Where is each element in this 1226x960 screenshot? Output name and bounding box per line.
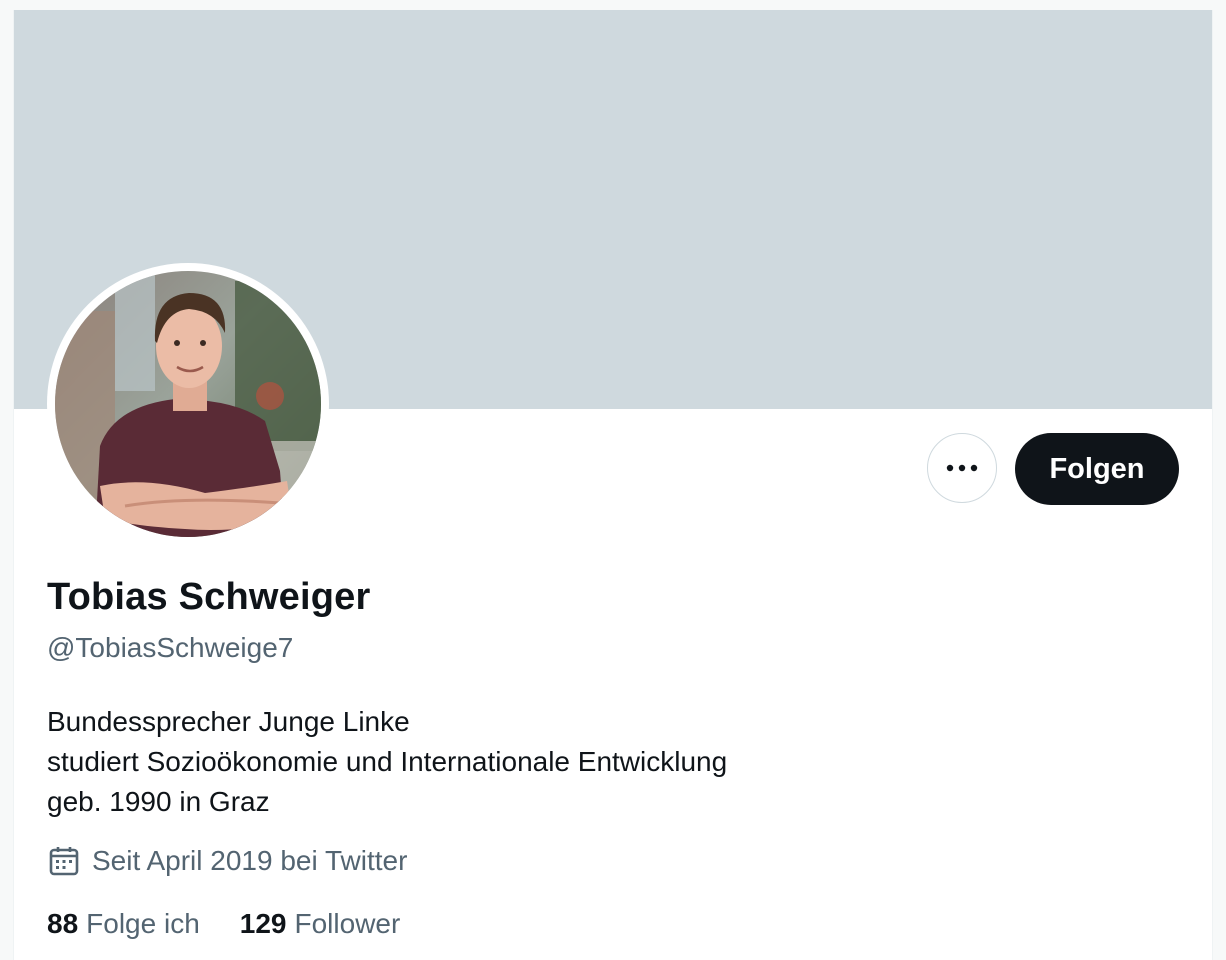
avatar-frame — [47, 263, 329, 545]
profile-display-name: Tobias Schweiger — [47, 576, 371, 618]
joined-date: Seit April 2019 bei Twitter — [47, 844, 407, 878]
joined-date-text: Seit April 2019 bei Twitter — [92, 845, 408, 876]
more-horizontal-icon — [946, 464, 978, 472]
avatar[interactable] — [55, 271, 321, 537]
profile-handle: @TobiasSchweige7 — [47, 632, 294, 663]
bio-line: studiert Sozioökonomie und International… — [47, 746, 728, 777]
profile-column: Folgen Tobias Schweiger @TobiasSchweige7… — [13, 10, 1213, 960]
followers-label: Follower — [294, 908, 401, 939]
more-options-button[interactable] — [927, 433, 997, 503]
followers-link[interactable]: 129 Follower — [240, 908, 401, 940]
bio-line: geb. 1990 in Graz — [47, 786, 270, 817]
following-label: Folge ich — [86, 908, 200, 939]
following-count: 88 — [47, 908, 79, 939]
bio-line: Bundessprecher Junge Linke — [47, 706, 410, 737]
profile-stats: 88 Folge ich 129 Follower — [47, 908, 440, 940]
profile-bio: Bundessprecher Junge Linke studiert Sozi… — [47, 702, 727, 822]
follow-button[interactable]: Folgen — [1015, 433, 1179, 505]
page: Folgen Tobias Schweiger @TobiasSchweige7… — [0, 0, 1226, 960]
following-link[interactable]: 88 Folge ich — [47, 908, 200, 940]
calendar-icon — [49, 847, 79, 876]
followers-count: 129 — [239, 908, 287, 939]
